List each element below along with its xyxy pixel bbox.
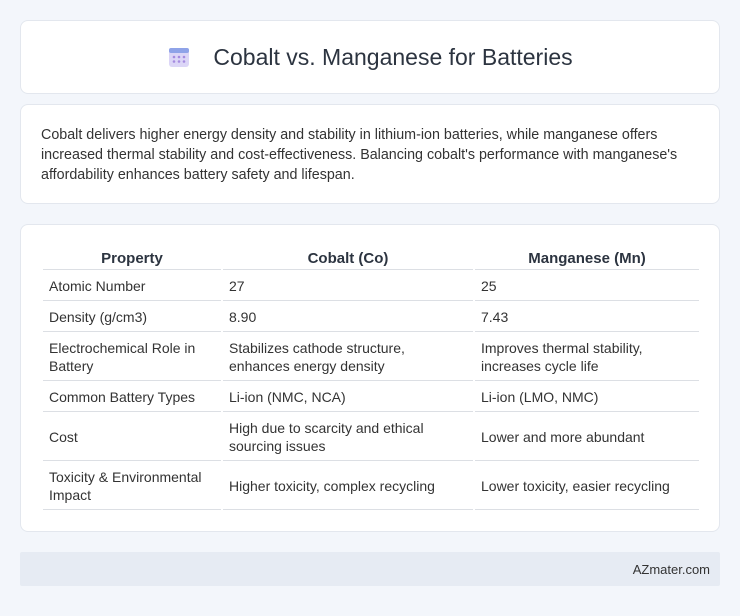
table-row: Common Battery Types Li-ion (NMC, NCA) L… [43,383,699,412]
header-cobalt: Cobalt (Co) [223,247,473,270]
intro-text: Cobalt delivers higher energy density an… [41,127,678,183]
footer: AZmater.com [20,552,720,586]
manganese-cell: Lower and more abundant [475,414,699,461]
cobalt-cell: 8.90 [223,303,473,332]
table-row: Atomic Number 27 25 [43,272,699,301]
property-cell: Electrochemical Role in Battery [43,334,221,381]
manganese-cell: Improves thermal stability, increases cy… [475,334,699,381]
table-row: Toxicity & Environmental Impact Higher t… [43,463,699,510]
title-card: Cobalt vs. Manganese for Batteries [20,20,720,94]
calendar-icon [169,48,190,67]
property-cell: Atomic Number [43,272,221,301]
table-card: Property Cobalt (Co) Manganese (Mn) Atom… [20,224,720,532]
cobalt-cell: Higher toxicity, complex recycling [223,463,473,510]
footer-site-link[interactable]: AZmater.com [633,562,710,577]
property-cell: Toxicity & Environmental Impact [43,463,221,510]
cobalt-cell: High due to scarcity and ethical sourcin… [223,414,473,461]
property-cell: Density (g/cm3) [43,303,221,332]
header-manganese: Manganese (Mn) [475,247,699,270]
table-row: Electrochemical Role in Battery Stabiliz… [43,334,699,381]
cobalt-cell: Li-ion (NMC, NCA) [223,383,473,412]
property-cell: Cost [43,414,221,461]
manganese-cell: 25 [475,272,699,301]
cobalt-cell: 27 [223,272,473,301]
table-header-row: Property Cobalt (Co) Manganese (Mn) [43,247,699,270]
comparison-table: Property Cobalt (Co) Manganese (Mn) Atom… [41,245,701,512]
property-cell: Common Battery Types [43,383,221,412]
manganese-cell: Lower toxicity, easier recycling [475,463,699,510]
table-row: Density (g/cm3) 8.90 7.43 [43,303,699,332]
page-title: Cobalt vs. Manganese for Batteries [213,43,573,70]
intro-card: Cobalt delivers higher energy density an… [20,104,720,204]
header-property: Property [43,247,221,270]
cobalt-cell: Stabilizes cathode structure, enhances e… [223,334,473,381]
manganese-cell: Li-ion (LMO, NMC) [475,383,699,412]
table-row: Cost High due to scarcity and ethical so… [43,414,699,461]
manganese-cell: 7.43 [475,303,699,332]
